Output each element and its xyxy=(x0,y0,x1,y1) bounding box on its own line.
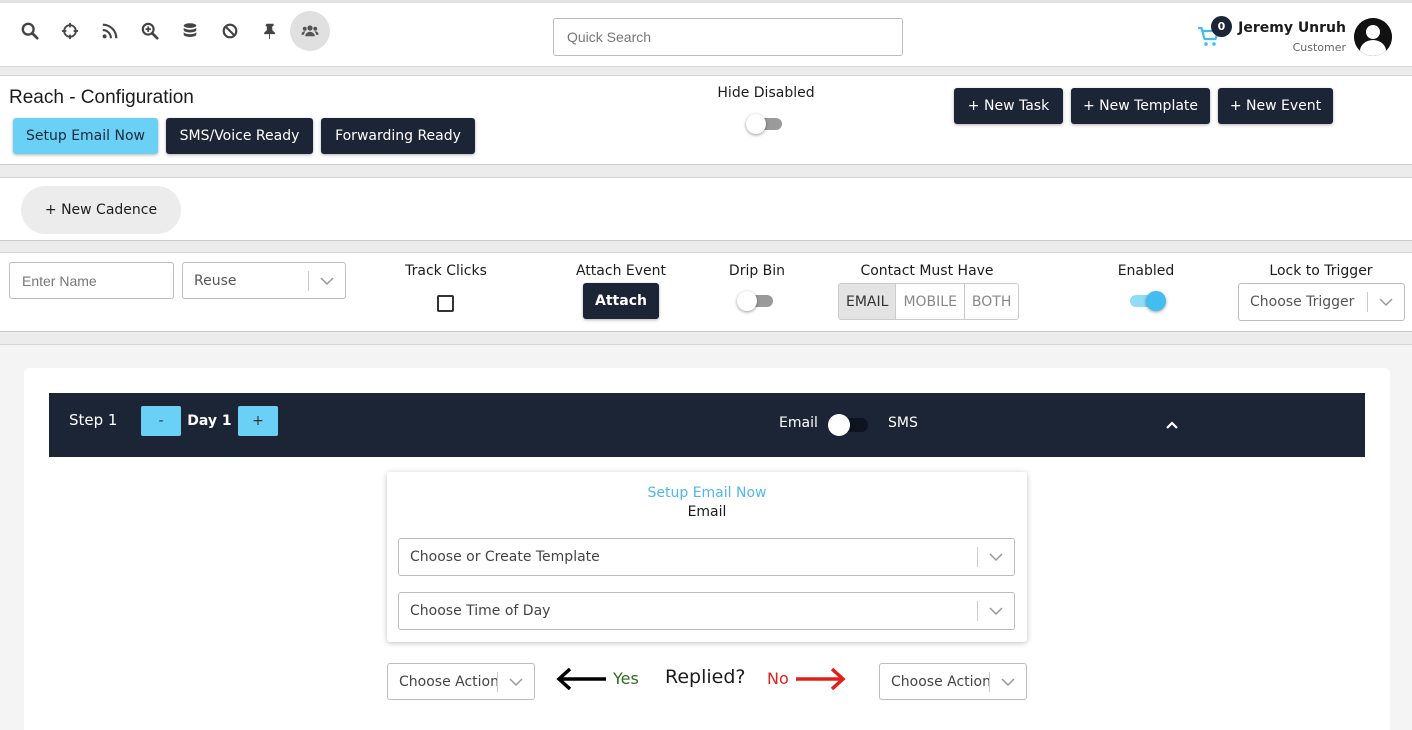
contact-must-have-label: Contact Must Have xyxy=(860,263,994,279)
ban-icon[interactable] xyxy=(210,11,250,51)
template-select[interactable]: Choose or Create Template xyxy=(398,538,1015,576)
users-icon[interactable] xyxy=(290,11,330,51)
hide-disabled-label: Hide Disabled xyxy=(717,85,815,101)
drip-bin-toggle[interactable] xyxy=(737,290,775,312)
yes-action-select[interactable]: Choose Action xyxy=(387,663,535,700)
enabled-toggle[interactable] xyxy=(1128,290,1166,312)
day-value: Day 1 xyxy=(181,406,238,436)
email-sms-toggle[interactable] xyxy=(828,413,870,437)
chevron-down-icon xyxy=(1368,297,1404,307)
lock-to-trigger-label: Lock to Trigger xyxy=(1269,263,1373,279)
channel-title: Email xyxy=(687,504,727,520)
chevron-down-icon xyxy=(978,606,1014,616)
template-select-value: Choose or Create Template xyxy=(410,549,600,565)
sms-voice-ready-button[interactable]: SMS/Voice Ready xyxy=(166,118,313,154)
contact-option-email[interactable]: EMAIL xyxy=(839,284,897,319)
cadence-name-input[interactable] xyxy=(9,262,174,299)
toolbar-icons xyxy=(10,11,330,51)
right-arrow-icon xyxy=(796,667,846,691)
pin-icon[interactable] xyxy=(250,11,290,51)
no-action-select[interactable]: Choose Action xyxy=(879,663,1027,700)
user-role: Customer xyxy=(1292,41,1346,54)
search-icon[interactable] xyxy=(10,11,50,51)
zoom-in-icon[interactable] xyxy=(130,11,170,51)
no-action-select-value: Choose Action xyxy=(891,673,989,690)
user-name[interactable]: Jeremy Unruh xyxy=(1238,20,1346,36)
attach-event-label: Attach Event xyxy=(575,263,666,279)
forwarding-ready-button[interactable]: Forwarding Ready xyxy=(321,118,475,154)
reuse-select[interactable]: Reuse xyxy=(182,262,346,299)
quick-search-input[interactable] xyxy=(553,18,903,56)
no-branch-label: No xyxy=(767,669,789,688)
avatar[interactable] xyxy=(1354,18,1392,56)
sms-mode-label: SMS xyxy=(888,415,918,431)
setup-email-button[interactable]: Setup Email Now xyxy=(13,118,158,154)
contact-option-both[interactable]: BOTH xyxy=(964,284,1019,319)
new-event-button[interactable]: + New Event xyxy=(1218,88,1333,124)
email-mode-label: Email xyxy=(779,415,818,431)
time-of-day-select[interactable]: Choose Time of Day xyxy=(398,592,1015,630)
chevron-down-icon xyxy=(978,552,1014,562)
step-card: Step 1 - Day 1 + Email SMS Setup Email N… xyxy=(24,368,1390,730)
configuration-panel: Reach - Configuration Setup Email Now SM… xyxy=(0,75,1412,165)
chevron-down-icon xyxy=(990,677,1026,687)
rss-icon[interactable] xyxy=(90,11,130,51)
day-increment-button[interactable]: + xyxy=(238,406,278,436)
reuse-select-value: Reuse xyxy=(194,272,237,289)
track-clicks-label: Track Clicks xyxy=(405,263,487,279)
page-title: Reach - Configuration xyxy=(9,87,194,108)
database-icon[interactable] xyxy=(170,11,210,51)
cadence-panel: + New Cadence xyxy=(0,177,1412,241)
drip-bin-label: Drip Bin xyxy=(728,263,786,279)
yes-branch-label: Yes xyxy=(613,669,639,688)
enabled-label: Enabled xyxy=(1117,263,1175,279)
collapse-chevron-up-icon[interactable] xyxy=(1164,417,1180,433)
yes-action-select-value: Choose Action xyxy=(399,673,497,690)
setup-email-link[interactable]: Setup Email Now xyxy=(387,485,1027,501)
step-label: Step 1 xyxy=(69,411,118,429)
left-arrow-icon xyxy=(556,667,606,691)
chevron-down-icon xyxy=(309,276,345,286)
new-template-button[interactable]: + New Template xyxy=(1071,88,1210,124)
step-header: Step 1 - Day 1 + Email SMS xyxy=(49,393,1365,457)
trigger-select-value: Choose Trigger xyxy=(1250,294,1355,310)
chevron-down-icon xyxy=(498,677,534,687)
steps-panel: Step 1 - Day 1 + Email SMS Setup Email N… xyxy=(0,344,1412,730)
day-decrement-button[interactable]: - xyxy=(141,406,181,436)
new-task-button[interactable]: + New Task xyxy=(954,88,1063,124)
cart-count-badge: 0 xyxy=(1211,16,1232,37)
cadence-settings-panel: Reuse Track Clicks Attach Event Attach D… xyxy=(0,252,1412,332)
trigger-select[interactable]: Choose Trigger xyxy=(1238,283,1405,321)
time-of-day-select-value: Choose Time of Day xyxy=(410,603,551,619)
attach-event-button[interactable]: Attach xyxy=(583,283,659,319)
new-cadence-button[interactable]: + New Cadence xyxy=(21,186,181,234)
top-navbar: 0 Jeremy Unruh Customer xyxy=(0,0,1412,67)
crosshair-icon[interactable] xyxy=(50,11,90,51)
contact-option-mobile[interactable]: MOBILE xyxy=(896,284,965,319)
contact-must-have-selector: EMAIL MOBILE BOTH xyxy=(838,283,1020,320)
day-stepper: - Day 1 + xyxy=(141,406,278,436)
hide-disabled-toggle[interactable] xyxy=(746,113,784,135)
email-step-box: Setup Email Now Email Choose or Create T… xyxy=(387,472,1027,642)
replied-condition-label: Replied? xyxy=(665,666,746,688)
track-clicks-checkbox[interactable] xyxy=(437,295,454,312)
